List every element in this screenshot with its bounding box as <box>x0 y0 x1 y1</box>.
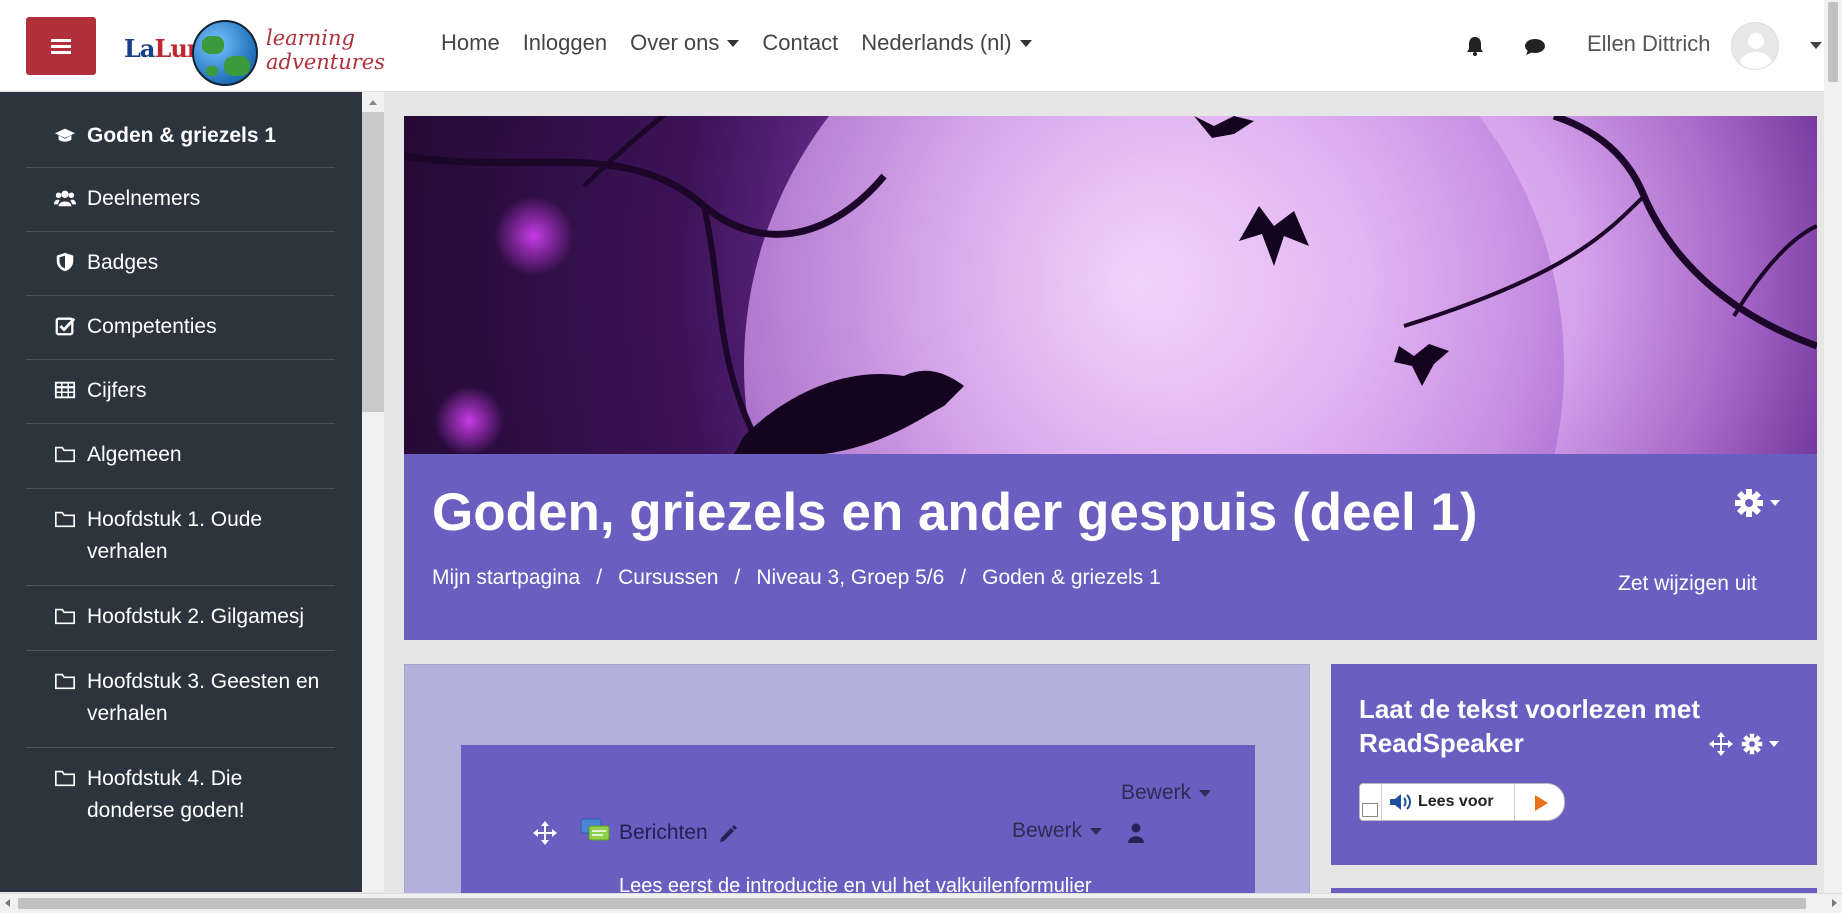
table-icon <box>54 381 76 399</box>
site-logo[interactable]: LaLuna learning adventures <box>122 6 385 88</box>
chevron-down-icon <box>1362 803 1378 817</box>
read-aloud-button[interactable]: Lees voor <box>1418 793 1494 811</box>
breadcrumb: Mijn startpagina / Cursussen / Niveau 3,… <box>432 566 1161 590</box>
forum-activity-link[interactable]: Berichten <box>619 821 708 845</box>
drawer-item-chapter-2[interactable]: Hoofdstuk 2. Gilgamesj <box>26 586 335 651</box>
pencil-icon[interactable] <box>718 824 738 844</box>
forum-icon <box>580 818 610 841</box>
drawer-item-chapter-1[interactable]: Hoofdstuk 1. Oude verhalen <box>26 489 335 586</box>
nav-home-link[interactable]: Home <box>441 30 500 56</box>
hamburger-icon <box>51 36 71 57</box>
drawer-item-chapter-4[interactable]: Hoofdstuk 4. Die donderse goden! <box>26 748 335 844</box>
nav-contact-link[interactable]: Contact <box>762 30 838 56</box>
drawer-item-competencies[interactable]: Competenties <box>26 296 335 360</box>
breadcrumb-separator: / <box>734 566 741 589</box>
spooky-branches-illustration <box>404 116 1817 454</box>
block-title: Laat de tekst voorlezen met ReadSpeaker <box>1359 694 1700 758</box>
folder-icon <box>55 608 75 625</box>
scroll-right-arrow-icon[interactable] <box>1832 899 1837 907</box>
readspeaker-player: Lees voor <box>1359 783 1565 821</box>
caret-down-icon <box>727 39 740 47</box>
turn-editing-off-button[interactable]: Zet wijzigen uit <box>1618 572 1757 596</box>
bell-icon[interactable] <box>1466 36 1484 56</box>
scroll-left-arrow-icon[interactable] <box>5 899 10 907</box>
drawer-scrollbar[interactable] <box>362 92 384 892</box>
drawer-item-grades[interactable]: Cijfers <box>26 360 335 424</box>
activity-edit-menu[interactable]: Bewerk <box>1012 819 1103 843</box>
drawer-item-badges[interactable]: Badges <box>26 232 335 296</box>
globe-icon <box>192 20 258 86</box>
drawer-item-participants[interactable]: Deelnemers <box>26 168 335 232</box>
speaker-icon <box>1390 794 1411 810</box>
block-actions <box>1709 732 1779 756</box>
drawer-toggle-button[interactable] <box>26 17 96 75</box>
chat-icon[interactable] <box>1524 38 1546 56</box>
drawer-item-chapter-3[interactable]: Hoofdstuk 3. Geesten en verhalen <box>26 651 335 748</box>
logo-tagline: learning adventures <box>266 26 385 74</box>
folder-icon <box>55 511 75 528</box>
shield-icon <box>56 252 74 272</box>
drawer-item-course[interactable]: Goden & griezels 1 <box>26 92 335 168</box>
nav-drawer: Goden & griezels 1 Deelnemers Badges Com… <box>0 92 362 892</box>
course-settings-menu[interactable] <box>1734 488 1780 518</box>
caret-down-icon <box>1090 827 1103 835</box>
breadcrumb-item-course[interactable]: Goden & griezels 1 <box>982 566 1161 590</box>
section-edit-menu[interactable]: Bewerk <box>1121 781 1212 805</box>
scroll-up-arrow-icon[interactable] <box>369 100 377 105</box>
user-name[interactable]: Ellen Dittrich <box>1587 31 1710 57</box>
top-navbar: LaLuna learning adventures Home Inloggen… <box>0 0 1842 92</box>
caret-down-icon[interactable] <box>1769 741 1779 747</box>
folder-icon <box>55 673 75 690</box>
breadcrumb-item-courses[interactable]: Cursussen <box>618 566 718 590</box>
graduation-cap-icon <box>54 128 76 142</box>
assign-roles-icon[interactable] <box>1127 823 1145 843</box>
course-header-image <box>404 116 1817 454</box>
scrollbar-thumb[interactable] <box>18 898 1806 909</box>
scrollbar-thumb[interactable] <box>1828 2 1838 82</box>
drawer-scrollbar-thumb[interactable] <box>362 112 384 412</box>
move-icon[interactable] <box>533 821 557 845</box>
page-title: Goden, griezels en ander gespuis (deel 1… <box>432 483 1478 542</box>
folder-icon <box>55 446 75 463</box>
caret-down-icon <box>1199 789 1212 797</box>
user-menu-caret-icon[interactable] <box>1810 42 1822 49</box>
breadcrumb-item-home[interactable]: Mijn startpagina <box>432 566 580 590</box>
drawer-item-general[interactable]: Algemeen <box>26 424 335 489</box>
nav-login-link[interactable]: Inloggen <box>523 30 607 56</box>
breadcrumb-separator: / <box>596 566 603 589</box>
check-square-icon <box>55 317 76 336</box>
caret-down-icon <box>1770 500 1780 506</box>
breadcrumb-separator: / <box>960 566 967 589</box>
readspeaker-block: Laat de tekst voorlezen met ReadSpeaker … <box>1331 664 1817 865</box>
play-button[interactable] <box>1514 784 1564 820</box>
avatar[interactable] <box>1731 22 1779 70</box>
gear-icon <box>1735 489 1763 517</box>
users-icon <box>54 190 76 207</box>
readspeaker-options-dropdown[interactable] <box>1360 784 1382 820</box>
language-dropdown[interactable]: Nederlands (nl) <box>861 30 1032 56</box>
course-header: Goden, griezels en ander gespuis (deel 1… <box>404 454 1817 640</box>
play-icon <box>1535 795 1548 811</box>
caret-down-icon <box>1019 39 1032 47</box>
gear-icon[interactable] <box>1741 733 1763 755</box>
move-icon[interactable] <box>1709 732 1733 756</box>
page-vertical-scrollbar[interactable] <box>1824 0 1842 893</box>
nav-about-dropdown[interactable]: Over ons <box>630 30 740 56</box>
main-content-region: Bewerk Berichten Bewerk Lees eerst de in… <box>404 664 1310 913</box>
folder-icon <box>55 770 75 787</box>
primary-navigation: Home Inloggen Over ons Contact Nederland… <box>441 30 1055 56</box>
breadcrumb-item-category[interactable]: Niveau 3, Groep 5/6 <box>756 566 944 590</box>
page-horizontal-scrollbar[interactable] <box>0 893 1842 913</box>
news-forum-section: Bewerk Berichten Bewerk Lees eerst de in… <box>461 745 1255 913</box>
